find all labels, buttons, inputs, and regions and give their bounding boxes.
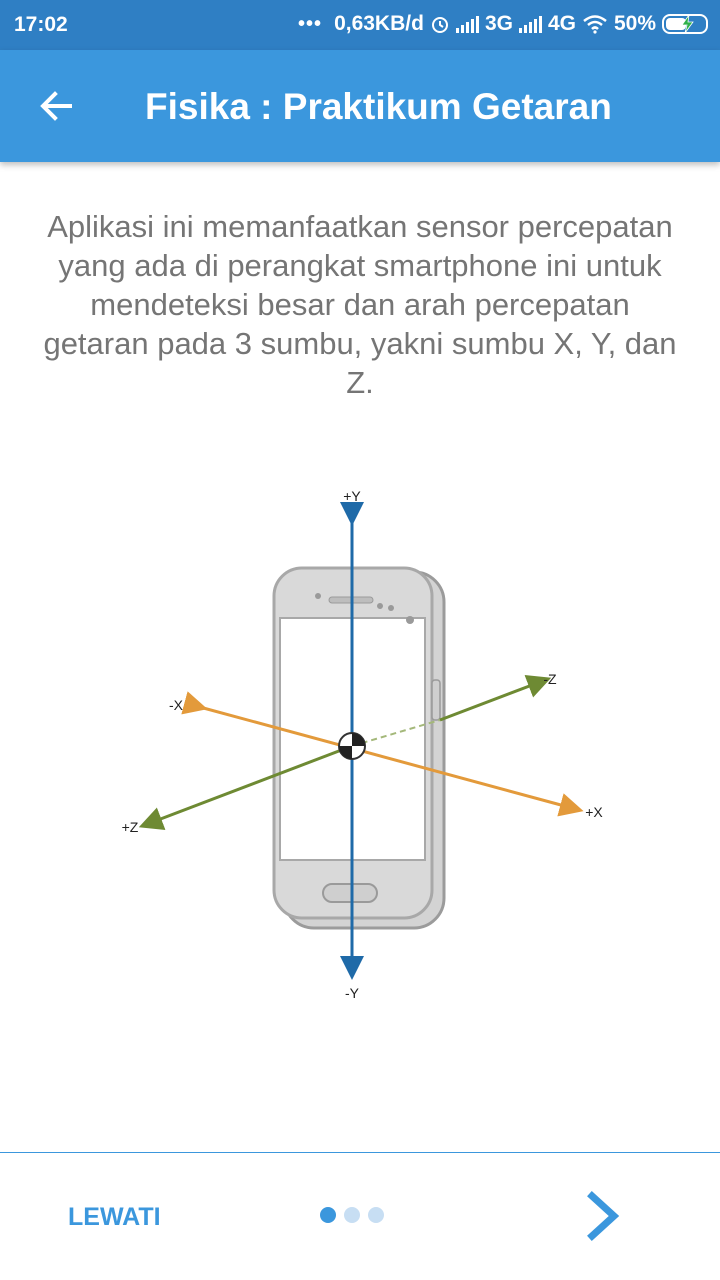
label-x-neg: -X	[169, 697, 184, 713]
notification-dots: •••	[298, 12, 323, 35]
page-indicator	[320, 1207, 384, 1223]
battery-icon	[662, 14, 708, 34]
label-x-pos: +X	[585, 804, 603, 820]
chevron-right-icon[interactable]	[582, 1190, 626, 1242]
alarm-icon	[431, 17, 448, 33]
battery-percent: 50%	[613, 12, 656, 35]
page-dot-1	[320, 1207, 336, 1223]
label-z-neg: -Z	[543, 671, 557, 687]
footer-divider	[0, 1152, 720, 1153]
z-axis-line-neg	[439, 675, 552, 722]
signal-icon-4g	[518, 15, 542, 33]
intro-text: Aplikasi ini memanfaatkan sensor percepa…	[43, 209, 677, 400]
label-y-pos: +Y	[343, 488, 361, 504]
status-bar: 17:02 ••• 0,63KB/d 3G 4G 50%	[0, 0, 720, 50]
signal-icon-3g	[455, 15, 479, 33]
page-title: Fisika : Praktikum Getaran	[145, 86, 612, 127]
wifi-icon	[583, 15, 607, 34]
accelerometer-axes-diagram: +Y -Y -X +X +Z -Z	[122, 488, 604, 1001]
charging-bolt-icon	[681, 14, 694, 34]
label-z-pos: +Z	[122, 819, 139, 835]
arrow-left-icon[interactable]	[36, 86, 76, 126]
label-y-neg: -Y	[345, 985, 360, 1001]
page-dot-3	[368, 1207, 384, 1223]
status-icons: ••• 0,63KB/d 3G 4G 50%	[298, 12, 708, 36]
origin-marker	[338, 732, 366, 760]
app-bar: Fisika : Praktikum Getaran	[0, 50, 720, 162]
status-time: 17:02	[14, 13, 68, 36]
network-3g: 3G	[484, 12, 513, 35]
data-rate: 0,63KB/d	[334, 12, 424, 35]
page-dot-2	[344, 1207, 360, 1223]
network-4g: 4G	[547, 12, 576, 35]
skip-button[interactable]: LEWATI	[68, 1203, 161, 1232]
